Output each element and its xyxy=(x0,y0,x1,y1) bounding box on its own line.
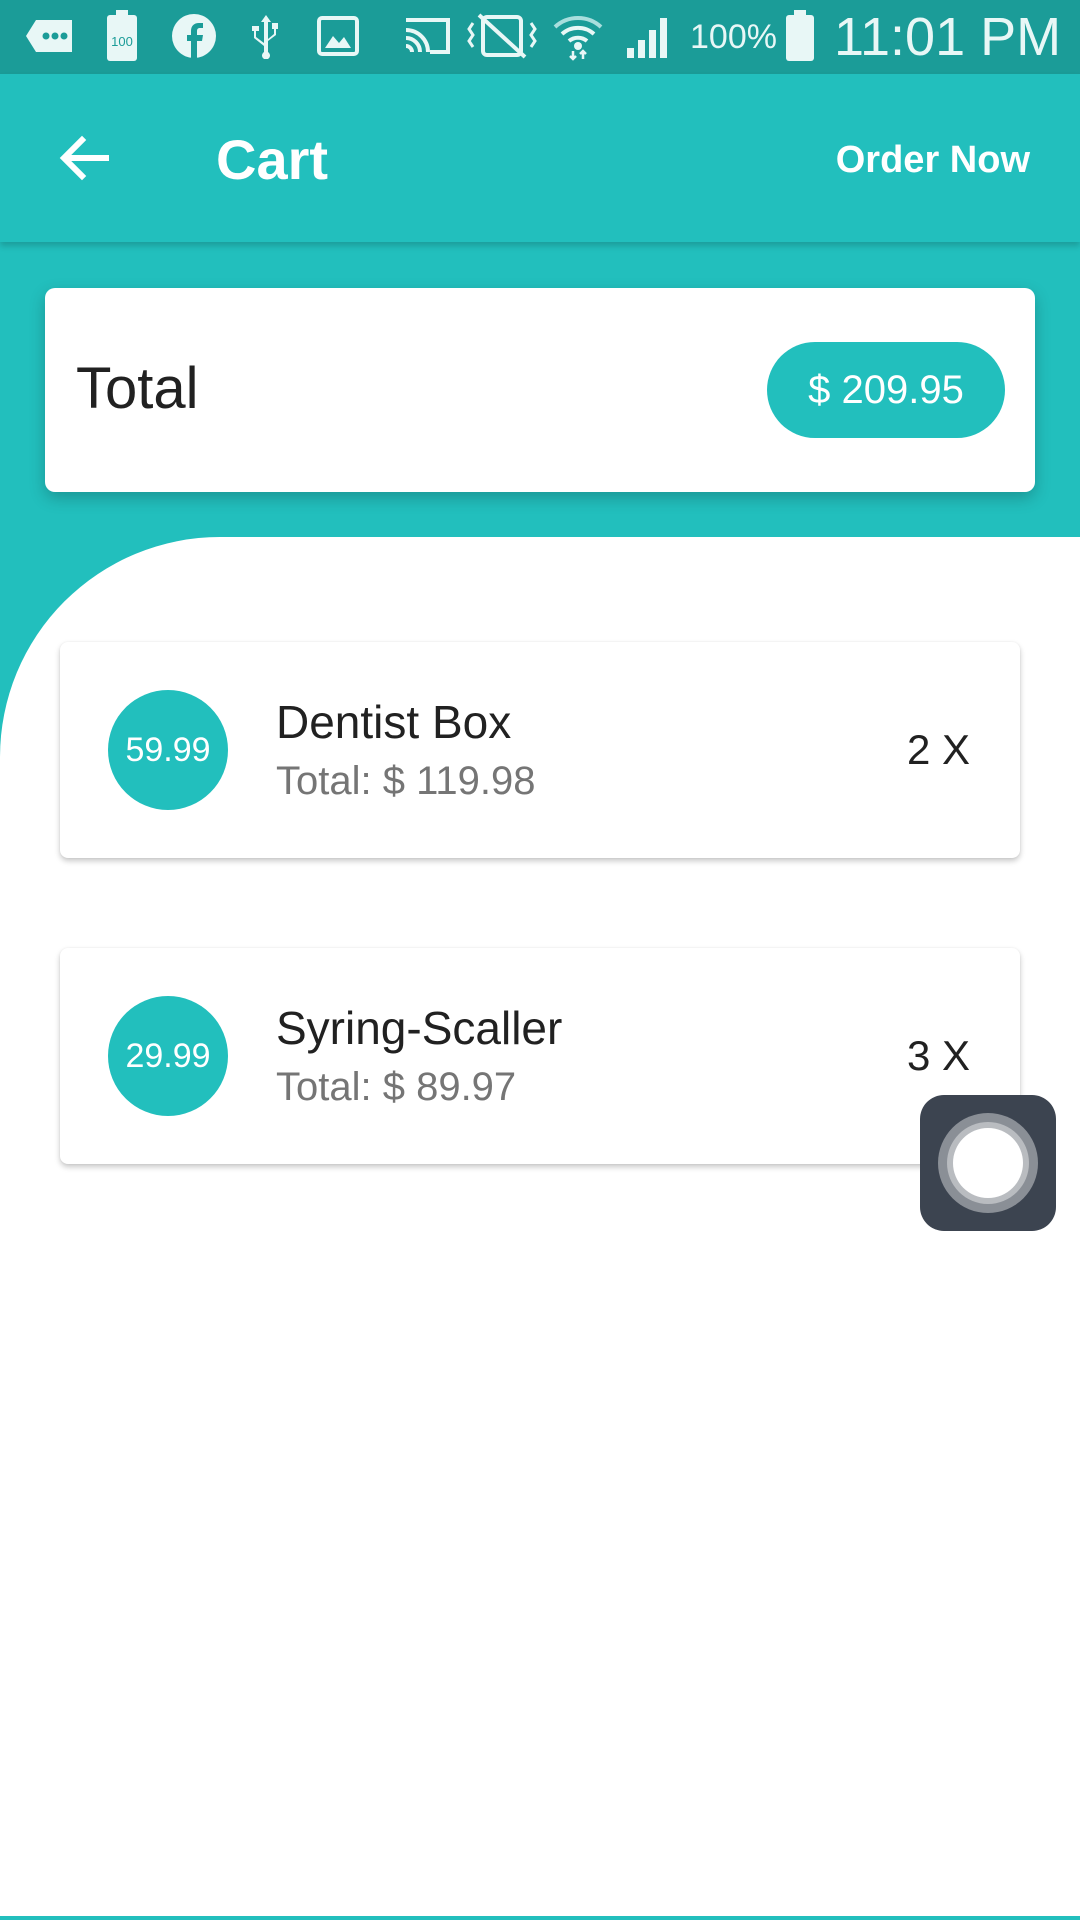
battery-saver-icon: 100 xyxy=(104,10,140,62)
battery-percent: 100% xyxy=(690,17,777,56)
bottom-divider xyxy=(0,1916,1080,1920)
app-bar: Cart Order Now xyxy=(0,74,1080,242)
item-total: Total: $ 89.97 xyxy=(276,1065,517,1109)
signal-icon xyxy=(624,10,676,62)
usb-icon xyxy=(246,10,286,62)
total-label: Total xyxy=(76,356,199,421)
assistive-touch-icon xyxy=(938,1113,1038,1213)
battery-saver-label: 100 xyxy=(111,34,133,49)
battery-icon xyxy=(784,10,816,62)
vibrate-off-icon xyxy=(466,10,538,62)
arrow-back-icon xyxy=(59,135,109,181)
item-name: Syring-Scaller xyxy=(276,1002,563,1054)
wifi-icon xyxy=(550,10,606,62)
assistive-touch-button[interactable] xyxy=(920,1095,1056,1231)
item-total: Total: $ 119.98 xyxy=(276,759,536,803)
back-button[interactable] xyxy=(52,126,116,190)
image-icon xyxy=(316,10,360,62)
cart-item-syring-scaller[interactable]: 29.99 Syring-Scaller Total: $ 89.97 3 X xyxy=(60,948,1020,1164)
item-quantity: 2 X xyxy=(906,726,970,773)
clock-time: 11:01 PM xyxy=(834,7,1062,67)
cart-item-dentist-box[interactable]: 59.99 Dentist Box Total: $ 119.98 2 X xyxy=(60,642,1020,858)
total-amount-badge: $ 209.95 xyxy=(767,342,1005,438)
item-quantity: 3 X xyxy=(906,1032,970,1079)
item-name: Dentist Box xyxy=(276,696,512,748)
unit-price-badge: 29.99 xyxy=(108,996,228,1116)
facebook-icon xyxy=(170,10,218,62)
message-icon xyxy=(22,10,78,62)
cast-icon xyxy=(402,10,452,62)
total-card: Total $ 209.95 xyxy=(45,288,1035,492)
status-bar: 100 100% 11:01 PM xyxy=(0,0,1080,74)
unit-price-badge: 59.99 xyxy=(108,690,228,810)
page-title: Cart xyxy=(216,128,329,191)
order-now-button[interactable]: Order Now xyxy=(836,136,1030,184)
